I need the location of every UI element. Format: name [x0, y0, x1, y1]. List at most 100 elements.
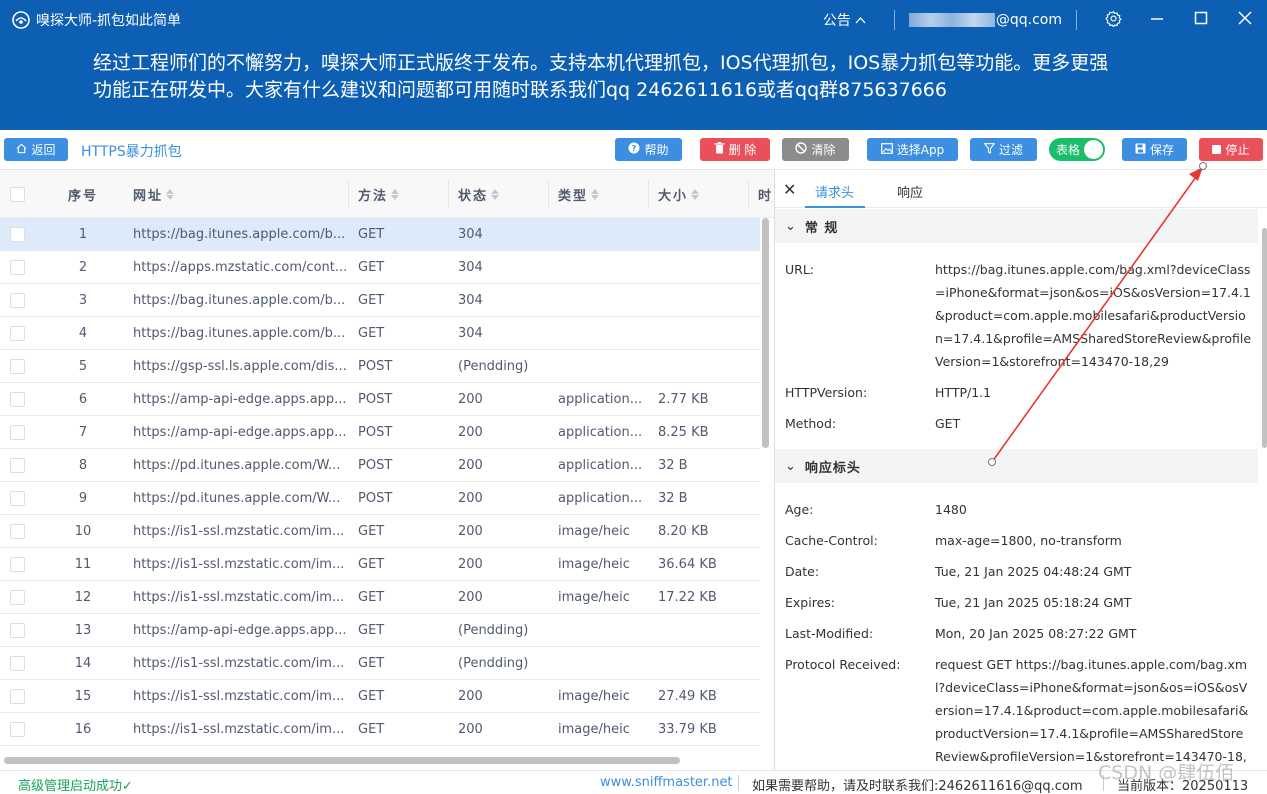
table-row[interactable]: 10 https://is1-ssl.mzstatic.com/im... GET 2… [0, 515, 760, 548]
column-label: 类型 [558, 188, 589, 204]
minimize-button[interactable] [1135, 0, 1179, 40]
row-checkbox[interactable] [10, 425, 25, 440]
table-row[interactable]: 5 https://gsp-ssl.ls.apple.com/dis... POST… [0, 350, 760, 383]
help-button[interactable]: ? 帮助 [615, 138, 682, 161]
column-header-url[interactable]: 网址 [133, 170, 175, 218]
row-checkbox[interactable] [10, 227, 25, 242]
section-response-headers-title: 响应标头 [804, 460, 861, 476]
active-tab-indicator [805, 206, 865, 208]
tab-response[interactable]: 响应 [897, 182, 923, 201]
row-url: https://apps.mzstatic.com/cont... [133, 260, 348, 275]
row-method: GET [358, 722, 385, 737]
row-checkbox[interactable] [10, 326, 25, 341]
column-header-method[interactable]: 方法 [358, 170, 400, 218]
row-checkbox[interactable] [10, 260, 25, 275]
table-row[interactable]: 13 https://amp-api-edge.apps.app... GET (Pe… [0, 614, 760, 647]
row-number: 6 [78, 392, 88, 407]
tab-request-headers[interactable]: 请求头 [815, 182, 854, 201]
row-type: application... [558, 491, 643, 506]
row-size: 32 B [658, 458, 688, 473]
table-row[interactable]: 7 https://amp-api-edge.apps.app... POST 200… [0, 416, 760, 449]
column-divider[interactable] [548, 180, 549, 208]
chevron-up-icon [855, 12, 866, 28]
row-number: 16 [74, 722, 92, 737]
row-number: 12 [74, 590, 92, 605]
sort-icon[interactable] [691, 188, 700, 200]
back-button[interactable]: 返回 [4, 138, 68, 161]
table-row[interactable]: 1 https://bag.itunes.apple.com/b... GET 304 [0, 218, 760, 251]
row-size: 36.64 KB [658, 557, 717, 572]
save-button[interactable]: 保存 [1122, 138, 1187, 161]
column-header-time[interactable]: 时 [758, 170, 773, 218]
row-status: (Pendding) [458, 623, 529, 638]
sort-icon[interactable] [166, 188, 175, 200]
sort-icon[interactable] [591, 188, 600, 200]
detail-vertical-scrollbar[interactable] [1262, 228, 1267, 448]
column-divider[interactable] [348, 180, 349, 208]
column-divider[interactable] [448, 180, 449, 208]
row-method: POST [358, 392, 393, 407]
table-vertical-scrollbar[interactable] [762, 218, 769, 448]
row-checkbox[interactable] [10, 458, 25, 473]
column-header-type[interactable]: 类型 [558, 170, 600, 218]
table-row[interactable]: 15 https://is1-ssl.mzstatic.com/im... GET 2… [0, 680, 760, 713]
table-row[interactable]: 11 https://is1-ssl.mzstatic.com/im... GET 2… [0, 548, 760, 581]
column-header-status[interactable]: 状态 [458, 170, 500, 218]
table-horizontal-scrollbar[interactable] [4, 757, 680, 764]
sort-icon[interactable] [391, 188, 400, 200]
row-checkbox[interactable] [10, 590, 25, 605]
table-row[interactable]: 2 https://apps.mzstatic.com/cont... GET 304 [0, 251, 760, 284]
section-general[interactable]: ⌄ 常 规 [775, 209, 1258, 243]
notice-button[interactable]: 公告 [823, 10, 866, 30]
toggle-knob [1084, 140, 1103, 159]
maximize-button[interactable] [1179, 0, 1223, 40]
close-button[interactable] [1223, 0, 1267, 40]
table-row[interactable]: 4 https://bag.itunes.apple.com/b... GET 304 [0, 317, 760, 350]
row-checkbox[interactable] [10, 557, 25, 572]
row-url: https://amp-api-edge.apps.app... [133, 623, 347, 638]
close-icon[interactable]: ✕ [783, 180, 796, 199]
column-header-no[interactable]: 序号 [68, 170, 98, 218]
filter-label: 过滤 [998, 143, 1023, 157]
maximize-icon [1194, 11, 1208, 29]
column-header-size[interactable]: 大小 [658, 170, 700, 218]
column-divider[interactable] [648, 180, 649, 208]
filter-button[interactable]: 过滤 [970, 138, 1037, 161]
row-checkbox[interactable] [10, 623, 25, 638]
row-type: image/heic [558, 590, 630, 605]
website-link[interactable]: www.sniffmaster.net [600, 775, 733, 790]
row-method: POST [358, 491, 393, 506]
row-type: image/heic [558, 722, 630, 737]
delete-button[interactable]: 删 除 [700, 138, 770, 161]
account-email[interactable]: @qq.com [908, 12, 1062, 28]
table-row[interactable]: 12 https://is1-ssl.mzstatic.com/im... GET 2… [0, 581, 760, 614]
table-row[interactable]: 9 https://pd.itunes.apple.com/W... POST 200… [0, 482, 760, 515]
row-number: 14 [74, 656, 92, 671]
table-view-toggle[interactable]: 表格 [1049, 138, 1105, 161]
table-row[interactable]: 8 https://pd.itunes.apple.com/W... POST 200… [0, 449, 760, 482]
table-row[interactable]: 6 https://amp-api-edge.apps.app... POST 200… [0, 383, 760, 416]
clear-button[interactable]: 清除 [782, 138, 849, 161]
table-row[interactable]: 16 https://is1-ssl.mzstatic.com/im... GET 2… [0, 713, 760, 746]
stop-button[interactable]: 停止 [1199, 138, 1263, 161]
row-checkbox[interactable] [10, 392, 25, 407]
select-app-button[interactable]: 选择App [867, 138, 958, 161]
row-checkbox[interactable] [10, 524, 25, 539]
select-all-checkbox[interactable] [10, 187, 25, 202]
column-divider[interactable] [748, 180, 749, 208]
section-response-headers[interactable]: ⌄ 响应标头 [775, 449, 1258, 483]
home-icon [16, 143, 27, 157]
row-size: 8.20 KB [658, 524, 709, 539]
row-checkbox[interactable] [10, 359, 25, 374]
row-checkbox[interactable] [10, 689, 25, 704]
title-divider [893, 10, 895, 30]
row-checkbox[interactable] [10, 293, 25, 308]
table-row[interactable]: 14 https://is1-ssl.mzstatic.com/im... GET (… [0, 647, 760, 680]
row-checkbox[interactable] [10, 491, 25, 506]
detail-tabs: ✕ 请求头 响应 [775, 170, 1267, 208]
row-checkbox[interactable] [10, 656, 25, 671]
sort-icon[interactable] [491, 188, 500, 200]
table-row[interactable]: 3 https://bag.itunes.apple.com/b... GET 304 [0, 284, 760, 317]
settings-button[interactable] [1091, 0, 1135, 40]
row-checkbox[interactable] [10, 722, 25, 737]
